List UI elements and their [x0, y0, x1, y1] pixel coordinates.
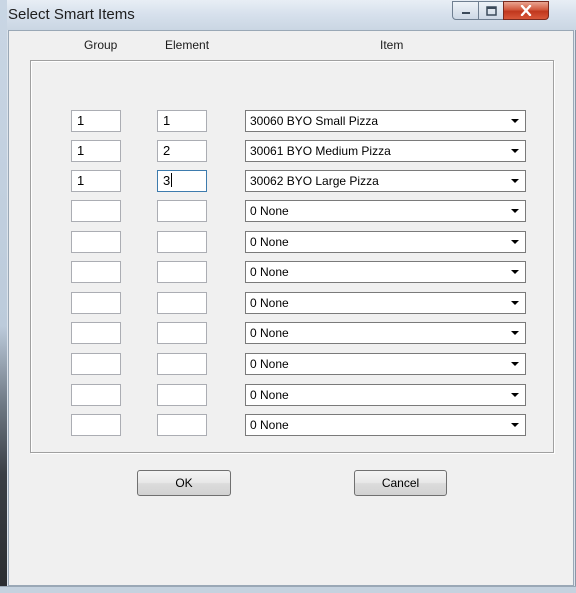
element-field[interactable]	[157, 231, 207, 253]
chevron-down-icon	[511, 209, 519, 213]
item-row: 0 None	[0, 414, 566, 438]
chevron-down-icon	[511, 270, 519, 274]
item-row: 0 None	[0, 231, 566, 255]
item-dropdown-value: 0 None	[250, 265, 289, 279]
item-dropdown[interactable]: 30062 BYO Large Pizza	[245, 170, 526, 192]
group-field[interactable]: 1	[71, 110, 121, 132]
element-field[interactable]: 2	[157, 140, 207, 162]
item-dropdown[interactable]: 0 None	[245, 384, 526, 406]
item-dropdown-value: 30062 BYO Large Pizza	[250, 174, 379, 188]
chevron-down-icon	[511, 362, 519, 366]
item-dropdown[interactable]: 0 None	[245, 292, 526, 314]
element-field[interactable]	[157, 261, 207, 283]
item-dropdown[interactable]: 0 None	[245, 261, 526, 283]
element-field[interactable]	[157, 414, 207, 436]
window-title: Select Smart Items	[8, 6, 135, 23]
item-dropdown-value: 30060 BYO Small Pizza	[250, 114, 379, 128]
window-bottom-edge	[0, 586, 576, 593]
chevron-down-icon	[511, 423, 519, 427]
group-field[interactable]	[71, 353, 121, 375]
chevron-down-icon	[511, 119, 519, 123]
group-field[interactable]	[71, 384, 121, 406]
item-dropdown-value: 30061 BYO Medium Pizza	[250, 144, 391, 158]
minimize-icon	[461, 11, 470, 14]
element-field[interactable]	[157, 353, 207, 375]
group-field[interactable]: 1	[71, 170, 121, 192]
group-field[interactable]	[71, 231, 121, 253]
close-icon	[520, 5, 532, 16]
element-field[interactable]	[157, 322, 207, 344]
chevron-down-icon	[511, 240, 519, 244]
item-row: 0 None	[0, 292, 566, 316]
text-cursor	[171, 173, 173, 187]
maximize-button[interactable]	[478, 1, 504, 20]
group-field[interactable]	[71, 200, 121, 222]
element-field[interactable]	[157, 200, 207, 222]
item-dropdown-value: 0 None	[250, 204, 289, 218]
chevron-down-icon	[511, 301, 519, 305]
item-dropdown-value: 0 None	[250, 296, 289, 310]
item-row: 0 None	[0, 384, 566, 408]
column-header-element: Element	[165, 38, 210, 52]
item-dropdown-value: 0 None	[250, 326, 289, 340]
item-dropdown[interactable]: 0 None	[245, 322, 526, 344]
chevron-down-icon	[511, 149, 519, 153]
item-dropdown[interactable]: 0 None	[245, 353, 526, 375]
item-row: 1 1 30060 BYO Small Pizza	[0, 110, 566, 134]
element-field[interactable]	[157, 384, 207, 406]
item-dropdown[interactable]: 0 None	[245, 414, 526, 436]
group-field[interactable]	[71, 414, 121, 436]
item-row: 1 2 30061 BYO Medium Pizza	[0, 140, 566, 164]
group-field[interactable]	[71, 261, 121, 283]
item-dropdown-value: 0 None	[250, 418, 289, 432]
column-header-item: Item	[380, 38, 404, 52]
chevron-down-icon	[511, 393, 519, 397]
element-field-focused[interactable]: 3	[157, 170, 207, 192]
cancel-button[interactable]: Cancel	[354, 470, 447, 496]
item-row: 0 None	[0, 322, 566, 346]
chevron-down-icon	[511, 179, 519, 183]
item-dropdown-value: 0 None	[250, 388, 289, 402]
column-header-group: Group	[84, 38, 118, 52]
group-field[interactable]	[71, 322, 121, 344]
item-row: 1 3 30062 BYO Large Pizza	[0, 170, 566, 194]
element-field-value: 3	[163, 173, 171, 188]
close-button[interactable]	[503, 1, 549, 20]
group-field[interactable]	[71, 292, 121, 314]
item-dropdown-value: 0 None	[250, 357, 289, 371]
item-row: 0 None	[0, 200, 566, 224]
item-row: 0 None	[0, 261, 566, 285]
minimize-button[interactable]	[452, 1, 479, 20]
item-dropdown-value: 0 None	[250, 235, 289, 249]
element-field[interactable]	[157, 292, 207, 314]
dialog-window: Select Smart Items Group Element Item 1 …	[0, 0, 576, 593]
item-dropdown[interactable]: 30061 BYO Medium Pizza	[245, 140, 526, 162]
maximize-icon	[485, 5, 497, 16]
element-field[interactable]: 1	[157, 110, 207, 132]
item-dropdown[interactable]: 0 None	[245, 200, 526, 222]
item-dropdown[interactable]: 30060 BYO Small Pizza	[245, 110, 526, 132]
item-dropdown[interactable]: 0 None	[245, 231, 526, 253]
chevron-down-icon	[511, 331, 519, 335]
item-row: 0 None	[0, 353, 566, 377]
ok-button[interactable]: OK	[137, 470, 231, 496]
group-field[interactable]: 1	[71, 140, 121, 162]
title-bar[interactable]: Select Smart Items	[0, 0, 576, 30]
